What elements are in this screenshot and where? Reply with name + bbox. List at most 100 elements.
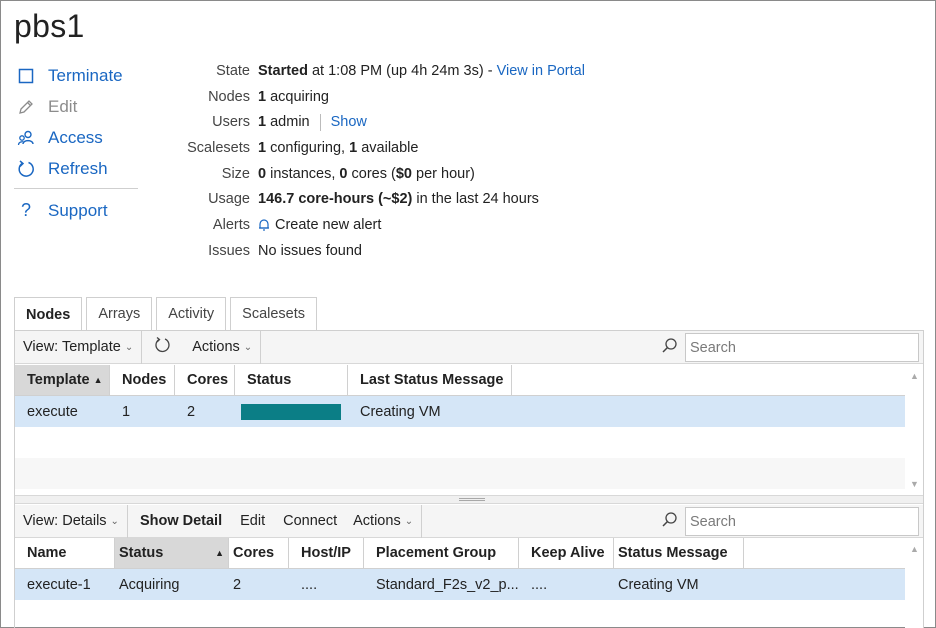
show-detail-button[interactable]: Show Detail bbox=[128, 505, 230, 537]
tab-nodes[interactable]: Nodes bbox=[14, 297, 83, 331]
view-template-label: View: Template bbox=[23, 339, 121, 355]
column-host-ip[interactable]: Host/IP bbox=[289, 538, 364, 568]
edit-label: Edit bbox=[48, 96, 78, 116]
column-name[interactable]: Name bbox=[15, 538, 115, 568]
tab-arrays[interactable]: Arrays bbox=[86, 297, 153, 330]
pencil-icon bbox=[14, 97, 38, 117]
column-nodes[interactable]: Nodes bbox=[110, 365, 175, 395]
state-detail: at 1:08 PM (up 4h 24m 3s) - bbox=[307, 62, 497, 79]
chevron-down-icon: ⌄ bbox=[243, 341, 253, 353]
node-actions-label: Actions bbox=[353, 513, 401, 529]
column-template[interactable]: Template ▲ bbox=[15, 365, 110, 395]
refresh-grid-button[interactable] bbox=[142, 331, 184, 363]
access-label: Access bbox=[48, 127, 103, 147]
column-status-label: Status bbox=[119, 545, 164, 561]
refresh-label: Refresh bbox=[48, 158, 108, 178]
template-search-input[interactable] bbox=[685, 333, 919, 362]
info-row-alerts: Alerts Create new alert bbox=[180, 212, 585, 238]
scalesets-label: Scalesets bbox=[187, 139, 250, 156]
search-icon bbox=[661, 511, 681, 531]
empty-row bbox=[15, 427, 905, 458]
scalesets-available-count: 1 bbox=[349, 139, 358, 156]
column-status[interactable]: Status ▲ bbox=[115, 538, 229, 568]
users-icon bbox=[14, 128, 38, 148]
info-row-users: Users 1 admin Show bbox=[180, 109, 585, 135]
refresh-icon bbox=[14, 159, 38, 179]
access-button[interactable]: Access bbox=[14, 122, 138, 153]
issues-label: Issues bbox=[208, 242, 250, 259]
column-status[interactable]: Status bbox=[235, 365, 348, 395]
terminate-button[interactable]: Terminate bbox=[14, 60, 138, 91]
chevron-down-icon: ⌄ bbox=[124, 341, 134, 353]
tab-scalesets[interactable]: Scalesets bbox=[230, 297, 318, 330]
cell-host-ip: .... bbox=[301, 576, 318, 593]
scroll-up-icon[interactable]: ▲ bbox=[910, 544, 919, 554]
actions-divider bbox=[14, 188, 138, 189]
node-grid-scrollbar[interactable]: ▲ bbox=[905, 538, 923, 628]
issues-value: No issues found bbox=[258, 242, 362, 259]
edit-button[interactable]: Edit bbox=[14, 91, 138, 122]
column-placement-group[interactable]: Placement Group bbox=[364, 538, 519, 568]
info-row-issues: Issues No issues found bbox=[180, 238, 585, 264]
column-keep-alive[interactable]: Keep Alive bbox=[519, 538, 614, 568]
bell-icon bbox=[258, 218, 270, 232]
template-grid-header: Template ▲ Nodes Cores Status Last Status… bbox=[15, 365, 905, 396]
instances-text: instances, bbox=[266, 165, 340, 182]
cell-name: execute-1 bbox=[27, 576, 91, 593]
usage-label: Usage bbox=[208, 191, 250, 208]
scroll-up-icon[interactable]: ▲ bbox=[910, 371, 919, 381]
status-progress-bar bbox=[241, 403, 341, 420]
divider bbox=[319, 113, 321, 131]
question-icon: ? bbox=[20, 200, 31, 220]
edit-node-button[interactable]: Edit bbox=[230, 505, 275, 537]
actions-dropdown[interactable]: Actions ⌄ bbox=[184, 331, 260, 363]
column-last-status-message[interactable]: Last Status Message bbox=[348, 365, 512, 395]
cost-value: $0 bbox=[395, 165, 412, 182]
show-users-link[interactable]: Show bbox=[331, 114, 367, 130]
support-link[interactable]: ? Support bbox=[14, 195, 138, 226]
info-row-scalesets: Scalesets 1 configuring, 1 available bbox=[180, 135, 585, 161]
pane-splitter[interactable] bbox=[15, 495, 923, 504]
cell-cores: 2 bbox=[233, 576, 242, 593]
usage-value: 146.7 core-hours (~$2) bbox=[258, 191, 413, 208]
table-row[interactable]: execute 1 2 Creating VM bbox=[15, 396, 905, 427]
nodes-label: Nodes bbox=[208, 88, 250, 105]
column-cores[interactable]: Cores bbox=[229, 538, 289, 568]
table-row[interactable]: execute-1 Acquiring 2 .... Standard_F2s_… bbox=[15, 569, 905, 600]
chevron-down-icon: ⌄ bbox=[404, 515, 414, 527]
view-details-dropdown[interactable]: View: Details ⌄ bbox=[15, 505, 127, 537]
tab-activity[interactable]: Activity bbox=[156, 297, 227, 330]
node-search-input[interactable] bbox=[685, 507, 919, 536]
sort-ascending-icon: ▲ bbox=[93, 375, 103, 385]
empty-row bbox=[15, 458, 905, 489]
template-grid-scrollbar[interactable]: ▲ ▼ bbox=[905, 365, 923, 495]
refresh-button[interactable]: Refresh bbox=[14, 153, 138, 184]
column-cores[interactable]: Cores bbox=[175, 365, 235, 395]
scalesets-configuring-count: 1 bbox=[258, 139, 267, 156]
state-label: State bbox=[216, 62, 250, 79]
cell-status bbox=[235, 403, 348, 420]
size-label: Size bbox=[221, 165, 250, 182]
cell-keep-alive: .... bbox=[531, 576, 548, 593]
drag-handle-icon[interactable] bbox=[459, 498, 485, 501]
instances-count: 0 bbox=[258, 165, 267, 182]
view-in-portal-link[interactable]: View in Portal bbox=[497, 63, 585, 79]
nodes-detail: acquiring bbox=[266, 88, 329, 105]
cell-status: Acquiring bbox=[119, 576, 180, 593]
info-row-size: Size 0 instances, 0 cores ($0 per hour) bbox=[180, 161, 585, 187]
column-status-message[interactable]: Status Message bbox=[614, 538, 744, 568]
node-grid-header: Name Status ▲ Cores Host/IP Placement Gro… bbox=[15, 538, 905, 569]
connect-button[interactable]: Connect bbox=[275, 505, 345, 537]
create-alert-link[interactable]: Create new alert bbox=[258, 217, 381, 233]
info-row-nodes: Nodes 1 acquiring bbox=[180, 84, 585, 110]
chevron-down-icon: ⌄ bbox=[110, 515, 119, 527]
node-actions-dropdown[interactable]: Actions ⌄ bbox=[345, 505, 421, 537]
search-icon bbox=[661, 337, 681, 357]
scroll-down-icon[interactable]: ▼ bbox=[910, 479, 919, 489]
view-details-label: View: Details bbox=[23, 513, 107, 529]
state-value: Started bbox=[258, 62, 308, 79]
cell-last-status-message: Creating VM bbox=[360, 403, 441, 420]
view-template-dropdown[interactable]: View: Template ⌄ bbox=[15, 331, 141, 363]
cores-text: cores ( bbox=[347, 165, 396, 182]
support-label: Support bbox=[48, 200, 108, 220]
